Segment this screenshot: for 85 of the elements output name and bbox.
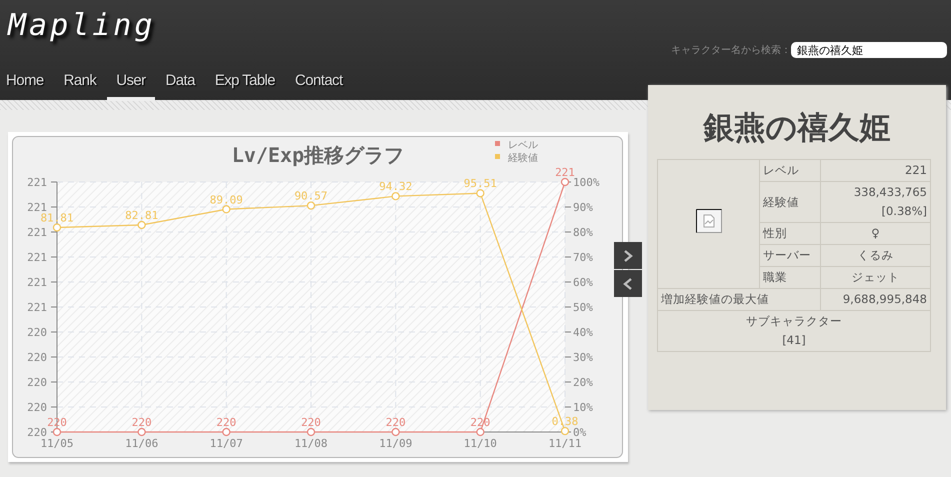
data-label: 95.51 [464, 177, 497, 190]
chevron-left-icon [623, 278, 633, 290]
axis-tick-label: 11/08 [294, 437, 328, 450]
axis-tick-label: 221 [27, 176, 47, 189]
field-label: サーバー [760, 244, 820, 266]
data-label: 220 [301, 416, 321, 429]
axis-tick-label: 221 [27, 226, 47, 239]
field-value: ジェット [820, 266, 930, 288]
data-point [476, 428, 484, 436]
sub-character-cell[interactable]: サブキャラクター [41] [658, 310, 930, 352]
data-label: 221 [555, 166, 575, 179]
data-point [392, 192, 400, 200]
axis-tick-label: 20% [573, 376, 593, 389]
axis-tick-label: 220 [27, 351, 47, 364]
axis-tick-label: 11/05 [40, 437, 74, 450]
axis-tick-label: 220 [27, 426, 47, 439]
axis-tick-label: 220 [27, 326, 47, 339]
field-label: レベル [760, 160, 820, 182]
data-point [138, 428, 146, 436]
field-value: 221 [820, 160, 930, 182]
axis-tick-label: 220 [27, 376, 47, 389]
search-field[interactable]: 銀燕の禧久姫 [791, 42, 947, 58]
data-label: 220 [132, 416, 152, 429]
field-label: 職業 [760, 266, 820, 288]
data-point [560, 426, 570, 436]
data-point [392, 428, 400, 436]
axis-tick-label: 30% [573, 351, 593, 364]
data-label: 89.09 [210, 193, 243, 206]
axis-tick-label: 60% [573, 276, 593, 289]
field-label: 経験値 [760, 182, 820, 222]
axis-tick-label: 221 [27, 276, 47, 289]
character-name: 銀燕の禧久姫 [702, 109, 892, 148]
data-label: 90.57 [294, 190, 328, 203]
chart-title: Lv/Exp推移グラフ [232, 143, 404, 167]
data-label: 94.32 [379, 180, 412, 194]
nav-link[interactable]: Rank [54, 72, 106, 101]
data-label: 220 [386, 416, 406, 429]
axis-tick-label: 221 [27, 251, 47, 264]
axis-tick-label: 100% [573, 176, 600, 189]
data-point [52, 223, 62, 232]
legend-swatch [495, 141, 500, 146]
axis-tick-label: 11/06 [125, 437, 158, 450]
axis-tick-label: 11/11 [548, 437, 582, 450]
axis-tick-label: 90% [573, 201, 593, 214]
axis-tick-label: 50% [573, 301, 593, 314]
field-value: くるみ [820, 244, 930, 266]
field-value: 338,433,765 [0.38%] [820, 182, 930, 222]
axis-tick-label: 11/07 [210, 437, 243, 450]
axis-tick-label: 11/10 [464, 437, 497, 450]
axis-tick-label: 220 [27, 401, 47, 414]
axis-tick-label: 40% [573, 326, 593, 339]
axis-tick-label: 0% [573, 426, 586, 439]
axis-tick-label: 80% [573, 226, 593, 239]
chevron-right-icon [623, 250, 633, 262]
legend-label: レベル [508, 140, 538, 151]
data-point [306, 428, 316, 436]
axis-tick-label: 10% [573, 401, 593, 414]
legend-swatch [495, 154, 500, 159]
data-label: 220 [216, 416, 236, 429]
nav-link[interactable]: Home [6, 72, 53, 101]
data-point [52, 428, 62, 436]
legend-label: 経験値 [508, 153, 538, 164]
axis-tick-label: 11/09 [379, 437, 412, 450]
nav-link[interactable]: Contact [286, 72, 352, 101]
site-logo[interactable]: Mapling [8, 8, 156, 43]
field-value: 9,688,995,848 [820, 288, 930, 310]
next-button[interactable] [614, 242, 642, 269]
axis-tick-label: 70% [573, 251, 593, 264]
field-label: 増加経験値の最大値 [658, 288, 820, 310]
nav-link[interactable]: Data [156, 72, 204, 101]
broken-image-icon [696, 209, 722, 233]
data-point [560, 178, 570, 186]
data-point [222, 428, 230, 436]
field-label: 性別 [760, 222, 820, 244]
search-label: キャラクター名から検索： [671, 44, 791, 57]
data-point [222, 205, 230, 214]
axis-tick-label: 221 [27, 301, 47, 314]
data-label: 82.81 [125, 208, 158, 222]
field-value: ♀ [820, 222, 930, 244]
previous-button[interactable] [614, 270, 642, 297]
data-point [476, 189, 484, 198]
data-point [138, 220, 146, 230]
data-point [306, 201, 316, 210]
axis-tick-label: 221 [27, 201, 47, 214]
nav-link[interactable]: Exp Table [206, 72, 284, 101]
